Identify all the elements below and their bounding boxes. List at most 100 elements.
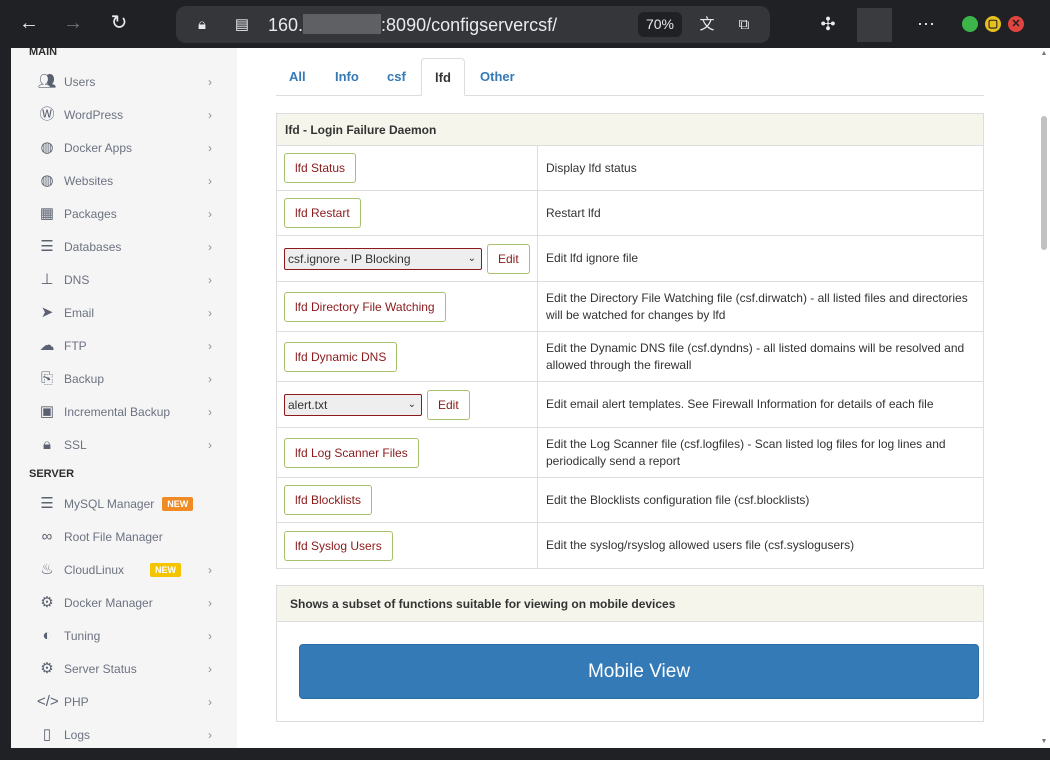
lock-icon[interactable]: 🔒︎	[192, 15, 212, 35]
new-badge: NEW	[150, 563, 182, 577]
sidebar-item-label: PHP	[64, 695, 89, 709]
sidebar-item-backup[interactable]: ⎘ Backup ›	[37, 367, 212, 391]
back-button[interactable]: ←	[16, 10, 42, 36]
sidebar-item-ftp[interactable]: ☁ FTP ›	[37, 334, 213, 358]
url-text[interactable]: 160.:8090/configservercsf/	[268, 14, 557, 36]
sidebar: MAIN 👥︎ Users › Ⓦ WordPress › ◍ Docker Apps › …	[11, 48, 237, 748]
chevron-right-icon: ›	[208, 563, 212, 577]
lfd-syslog-users-button[interactable]: lfd Syslog Users	[284, 530, 393, 561]
scrollbar-thumb[interactable]	[1041, 116, 1047, 250]
sidebar-item-label: Email	[64, 306, 95, 320]
main-content: All Info csf lfd Other lfd - Login Failu…	[237, 48, 1038, 748]
sidebar-item-websites[interactable]: ◍ Websites ›	[37, 169, 212, 193]
more-menu-icon[interactable]: ⋯	[914, 12, 938, 36]
sidebar-item-email[interactable]: ➤ Email ›	[37, 301, 212, 325]
sidebar-heading-main: MAIN	[29, 48, 58, 58]
chevron-right-icon: ›	[208, 207, 212, 221]
sidebar-item-databases[interactable]: ☰ Databases ›	[37, 235, 212, 259]
row-description: Edit the Directory File Watching file (c…	[546, 290, 968, 322]
gear-icon: ⚙	[40, 660, 54, 677]
tab-csf[interactable]: csf	[374, 58, 419, 96]
new-badge: NEW	[162, 497, 194, 511]
reading-list-icon[interactable]: ⧉	[734, 15, 754, 35]
address-bar[interactable]: 🔒︎ ▤ 160.:8090/configservercsf/ 70% 文 ⧉	[176, 6, 770, 43]
chevron-right-icon: ›	[208, 405, 212, 419]
lfd-log-scanner-button[interactable]: lfd Log Scanner Files	[284, 437, 419, 468]
page-scrollbar[interactable]: ▲ ▼	[1038, 48, 1050, 748]
forward-button[interactable]: →	[60, 10, 86, 36]
sidebar-item-label: Databases	[64, 240, 122, 254]
sidebar-item-docker-manager[interactable]: ⚙ Docker Manager ›	[37, 591, 212, 615]
alert-template-select[interactable]: alert.txt ⌄	[284, 393, 422, 416]
chevron-right-icon: ›	[208, 75, 212, 89]
maximize-icon[interactable]: ▢	[985, 16, 1001, 32]
sidebar-item-tuning[interactable]: ◐ Tuning ›	[37, 624, 212, 648]
sidebar-item-cloudlinux[interactable]: ♨ CloudLinux NEW ›	[37, 558, 212, 582]
sidebar-item-label: Server Status	[64, 662, 137, 676]
fire-icon: ♨	[40, 561, 54, 578]
sidebar-item-label: DNS	[64, 273, 90, 287]
sidebar-item-packages[interactable]: ▦ Packages ›	[37, 202, 212, 226]
row-description: Edit the Log Scanner file (csf.logfiles)…	[546, 436, 946, 468]
select-value: csf.ignore - IP Blocking	[288, 251, 411, 266]
sidebar-heading-server: SERVER	[29, 468, 75, 480]
sidebar-item-users[interactable]: 👥︎ Users ›	[37, 70, 212, 94]
edit-alert-button[interactable]: Edit	[427, 389, 470, 420]
sidebar-item-label: Tuning	[64, 629, 101, 643]
zoom-indicator[interactable]: 70%	[638, 12, 682, 37]
lfd-blocklists-button[interactable]: lfd Blocklists	[284, 485, 373, 515]
sidebar-item-root-file-manager[interactable]: ∞ Root File Manager	[37, 525, 212, 549]
lfd-restart-button[interactable]: lfd Restart	[284, 198, 361, 228]
edit-ignore-button[interactable]: Edit	[487, 243, 530, 274]
profile-avatar[interactable]	[857, 8, 892, 42]
scroll-up-icon[interactable]: ▲	[1040, 50, 1048, 58]
sidebar-item-logs[interactable]: ▯ Logs ›	[37, 723, 212, 747]
sidebar-item-incremental-backup[interactable]: ▣ Incremental Backup ›	[37, 400, 212, 424]
select-value: alert.txt	[288, 397, 328, 412]
chevron-right-icon: ›	[208, 372, 212, 386]
chevron-right-icon: ›	[208, 695, 212, 709]
site-settings-icon[interactable]: ▤	[232, 15, 252, 35]
wordpress-icon: Ⓦ	[39, 106, 55, 123]
row-description: Edit the Dynamic DNS file (csf.dyndns) -…	[546, 340, 965, 372]
minimize-icon[interactable]	[962, 16, 978, 32]
reload-button[interactable]: ↻	[106, 10, 132, 36]
cloud-upload-icon: ☁	[39, 337, 55, 354]
tab-other[interactable]: Other	[467, 58, 528, 96]
table-row: lfd Directory File Watching Edit the Dir…	[277, 282, 983, 332]
file-icon: ▯	[42, 726, 52, 743]
users-icon: 👥︎	[37, 73, 57, 90]
tab-lfd[interactable]: lfd	[421, 58, 465, 96]
mobile-view-button[interactable]: Mobile View	[299, 644, 979, 699]
sidebar-item-label: MySQL Manager	[64, 497, 155, 511]
sidebar-item-ssl[interactable]: 🔒︎ SSL ›	[37, 433, 212, 457]
sidebar-item-label: Root File Manager	[64, 530, 163, 544]
scroll-down-icon[interactable]: ▼	[1040, 738, 1048, 746]
close-icon[interactable]: ✕	[1008, 16, 1024, 32]
sidebar-item-php[interactable]: </> PHP ›	[37, 690, 212, 714]
chevron-down-icon: ⌄	[467, 252, 476, 264]
lfd-dynamic-dns-button[interactable]: lfd Dynamic DNS	[284, 341, 398, 372]
copy-icon: ⎘	[40, 370, 53, 387]
extensions-icon[interactable]: ✣	[816, 12, 840, 36]
lfd-directory-watching-button[interactable]: lfd Directory File Watching	[284, 291, 446, 322]
tab-info[interactable]: Info	[322, 58, 372, 96]
sidebar-item-docker-apps[interactable]: ◍ Docker Apps ›	[37, 136, 212, 160]
sidebar-item-label: Logs	[64, 728, 91, 742]
url-suffix: :8090/configservercsf/	[381, 15, 558, 35]
sidebar-item-label: Incremental Backup	[64, 405, 171, 419]
sidebar-item-dns[interactable]: ⊥ DNS ›	[37, 268, 212, 292]
sidebar-item-server-status[interactable]: ⚙ Server Status ›	[37, 657, 212, 681]
table-row: lfd Log Scanner Files Edit the Log Scann…	[277, 428, 983, 478]
ignore-file-select[interactable]: csf.ignore - IP Blocking ⌄	[284, 247, 482, 270]
chevron-right-icon: ›	[208, 728, 212, 742]
sidebar-item-label: FTP	[64, 339, 87, 353]
lfd-status-button[interactable]: lfd Status	[284, 153, 357, 183]
sidebar-item-mysql-manager[interactable]: ☰ MySQL Manager NEW	[37, 492, 212, 516]
chevron-right-icon: ›	[208, 273, 212, 287]
lfd-panel: lfd - Login Failure Daemon lfd Status Di…	[276, 113, 984, 569]
tab-all[interactable]: All	[276, 58, 319, 96]
cubes-icon: ▦	[39, 205, 55, 222]
sidebar-item-wordpress[interactable]: Ⓦ WordPress ›	[37, 103, 212, 127]
translate-icon[interactable]: 文	[697, 15, 717, 35]
